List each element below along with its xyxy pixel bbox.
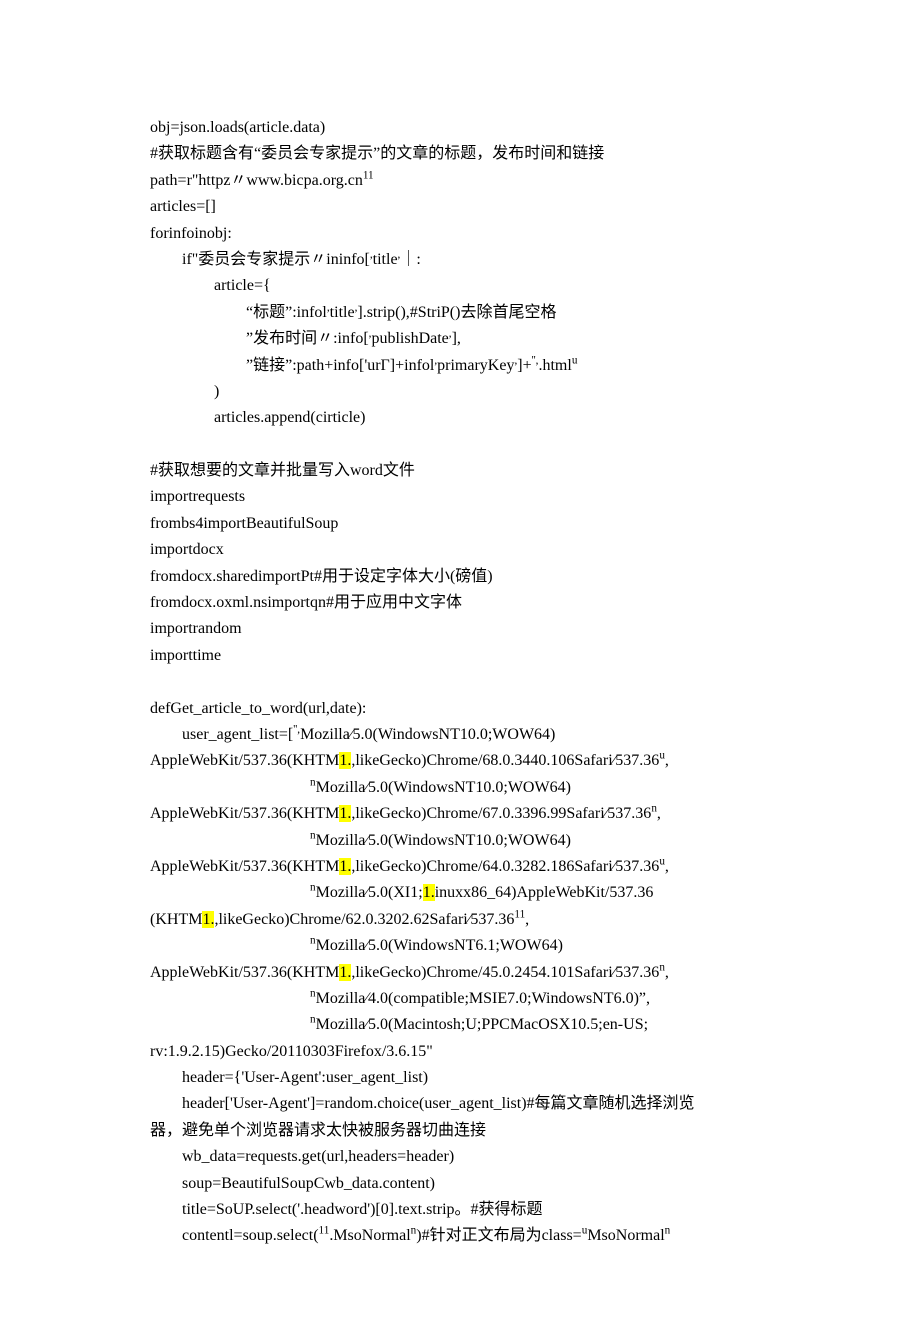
- superscript-text: n: [310, 935, 316, 947]
- superscript-text: ,: [398, 249, 401, 261]
- superscript-text: u: [659, 856, 665, 868]
- superscript-text: ,: [327, 301, 330, 313]
- superscript-text: u: [659, 750, 665, 762]
- superscript-text: '',: [532, 354, 539, 366]
- highlighted-text: 1.: [202, 911, 214, 928]
- highlighted-text: 1.: [339, 964, 351, 981]
- superscript-text: n: [411, 1225, 417, 1237]
- highlighted-text: 1.: [339, 752, 351, 769]
- superscript-text: ,: [514, 354, 517, 366]
- highlighted-text: 1.: [423, 884, 435, 901]
- superscript-text: '',: [293, 724, 300, 736]
- superscript-text: ,: [370, 249, 373, 261]
- document-page: obj=json.loads(article.data) #获取标题含有“委员会…: [0, 0, 920, 1330]
- superscript-text: n: [310, 776, 316, 788]
- superscript-text: n: [310, 882, 316, 894]
- superscript-text: n: [659, 961, 665, 973]
- superscript-text: u: [582, 1225, 588, 1237]
- highlighted-text: 1.: [339, 858, 351, 875]
- superscript-text: n: [310, 988, 316, 1000]
- highlighted-text: 1.: [339, 805, 351, 822]
- superscript-text: n: [310, 829, 316, 841]
- superscript-text: ,: [449, 328, 452, 340]
- superscript-text: n: [665, 1225, 671, 1237]
- superscript-text: 11: [363, 169, 374, 181]
- superscript-text: 11: [319, 1225, 330, 1237]
- superscript-text: u: [572, 354, 578, 366]
- superscript-text: 11: [514, 908, 525, 920]
- superscript-text: ,: [434, 354, 437, 366]
- superscript-text: n: [651, 803, 657, 815]
- superscript-text: ,: [355, 301, 358, 313]
- code-content: obj=json.loads(article.data) #获取标题含有“委员会…: [150, 115, 770, 1250]
- superscript-text: n: [310, 1014, 316, 1026]
- superscript-text: ,: [369, 328, 372, 340]
